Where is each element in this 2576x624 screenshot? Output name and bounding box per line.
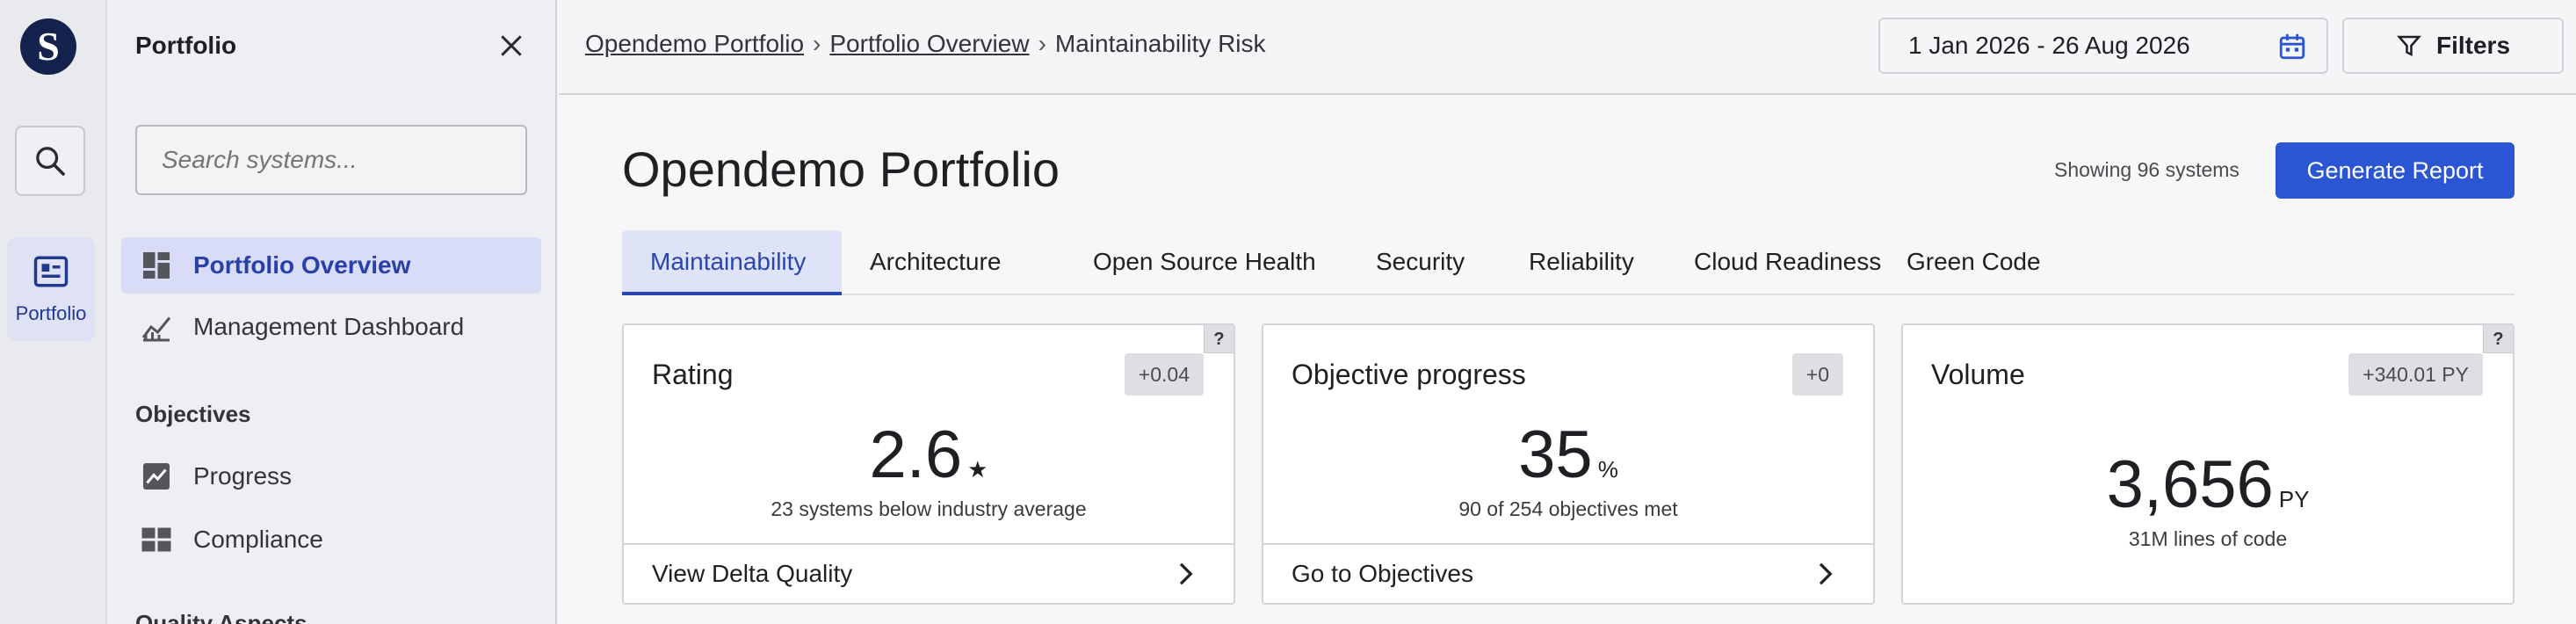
close-icon: [501, 35, 522, 56]
unit-label: %: [1597, 456, 1618, 483]
card-subtitle: 31M lines of code: [2128, 527, 2288, 550]
card-title: Volume: [1931, 359, 2025, 390]
help-button[interactable]: ?: [2483, 325, 2513, 353]
top-bar: Opendemo Portfolio › Portfolio Overview …: [559, 0, 2576, 95]
sidebar-item-label: Portfolio Overview: [193, 251, 411, 279]
tab-maintainability[interactable]: Maintainability: [622, 230, 842, 295]
rating-card: Rating +0.04 ? 2.6 ★ 23 systems below ind…: [622, 323, 1235, 605]
card-title: Objective progress: [1292, 359, 1526, 390]
big-number: 35: [1518, 417, 1593, 492]
filters-button[interactable]: Filters: [2342, 18, 2564, 74]
view-delta-quality-link[interactable]: View Delta Quality: [624, 543, 1234, 603]
tab-security[interactable]: Security: [1348, 230, 1493, 295]
card-subtitle: 90 of 254 objectives met: [1458, 497, 1678, 520]
delta-badge: +340.01 PY: [2348, 353, 2483, 395]
card-subtitle: 23 systems below industry average: [771, 497, 1087, 520]
chevron-right-icon: ›: [1038, 30, 1046, 57]
date-range-value: 1 Jan 2026 - 26 Aug 2026: [1908, 32, 2190, 59]
footer-label: View Delta Quality: [652, 560, 853, 587]
chevron-right-icon: [1819, 562, 1833, 585]
tab-reliability[interactable]: Reliability: [1501, 230, 1662, 295]
big-number: 3,656: [2106, 447, 2274, 522]
sidebar-item-management-dashboard[interactable]: Management Dashboard: [121, 299, 541, 355]
star-icon: ★: [967, 456, 988, 483]
rail-portfolio-button[interactable]: Portfolio: [7, 237, 95, 341]
footer-label: Go to Objectives: [1292, 560, 1473, 587]
objectives-heading: Objectives: [135, 401, 251, 427]
tab-green-code[interactable]: Green Code: [1878, 230, 2069, 295]
tab-open-source-health[interactable]: Open Source Health: [1065, 230, 1344, 295]
calendar-icon[interactable]: [2277, 32, 2307, 62]
tab-cloud-readiness[interactable]: Cloud Readiness: [1666, 230, 1909, 295]
big-number: 2.6: [869, 417, 963, 492]
icon-rail: S Portfolio: [0, 0, 107, 624]
page-title: Opendemo Portfolio: [622, 141, 1060, 197]
breadcrumb: Opendemo Portfolio › Portfolio Overview …: [585, 30, 1266, 58]
dashboard-icon: [139, 248, 174, 283]
sidebar-item-label: Progress: [193, 462, 293, 490]
sidebar-item-progress[interactable]: Progress: [121, 448, 541, 504]
unit-label: PY: [2278, 486, 2310, 512]
volume-value: 3,656 PY: [1903, 446, 2513, 523]
chart-line-icon: [139, 309, 174, 345]
delta-badge: +0: [1791, 353, 1843, 395]
app-logo[interactable]: S: [20, 18, 76, 75]
sidebar-close-button[interactable]: [494, 28, 529, 63]
sidebar-item-label: Management Dashboard: [193, 313, 465, 340]
generate-report-button[interactable]: Generate Report: [2276, 142, 2514, 199]
sidebar: Portfolio Portfolio Overview Management …: [107, 0, 557, 624]
tab-bar: Maintainability Architecture Open Source…: [622, 230, 2514, 295]
sidebar-item-portfolio-overview[interactable]: Portfolio Overview: [121, 237, 541, 294]
trend-icon: [139, 459, 174, 494]
rail-search-button[interactable]: [15, 126, 85, 196]
volume-card: Volume +340.01 PY ? 3,656 PY 31M lines of…: [1901, 323, 2514, 605]
date-range-picker[interactable]: 1 Jan 2026 - 26 Aug 2026: [1878, 18, 2328, 74]
chevron-right-icon: ›: [813, 30, 821, 57]
help-button[interactable]: ?: [1204, 325, 1234, 353]
tab-architecture[interactable]: Architecture: [842, 230, 1029, 295]
breadcrumb-link-overview[interactable]: Portfolio Overview: [829, 30, 1029, 58]
search-systems-input[interactable]: [135, 125, 527, 195]
systems-count: Showing 96 systems: [2054, 158, 2240, 181]
objective-progress-value: 35%: [1263, 417, 1873, 493]
go-to-objectives-link[interactable]: Go to Objectives: [1263, 543, 1873, 603]
rating-value: 2.6 ★: [624, 417, 1234, 493]
portfolio-icon: [33, 256, 69, 287]
delta-badge: +0.04: [1124, 353, 1204, 395]
sidebar-title: Portfolio: [135, 32, 237, 59]
grid-icon: [139, 522, 174, 557]
rail-portfolio-label: Portfolio: [15, 302, 87, 324]
sidebar-item-label: Compliance: [193, 526, 323, 553]
objective-progress-card: Objective progress +0 35% 90 of 254 obje…: [1262, 323, 1875, 605]
search-icon: [36, 147, 65, 176]
card-title: Rating: [652, 359, 734, 390]
chevron-right-icon: [1179, 562, 1193, 585]
sidebar-item-compliance[interactable]: Compliance: [121, 512, 541, 568]
filters-label: Filters: [2435, 32, 2511, 59]
breadcrumb-link-portfolio[interactable]: Opendemo Portfolio: [585, 30, 804, 58]
filter-icon: [2396, 35, 2421, 57]
quality-aspects-heading: Quality Aspects: [135, 610, 308, 624]
breadcrumb-current: Maintainability Risk: [1054, 30, 1266, 57]
